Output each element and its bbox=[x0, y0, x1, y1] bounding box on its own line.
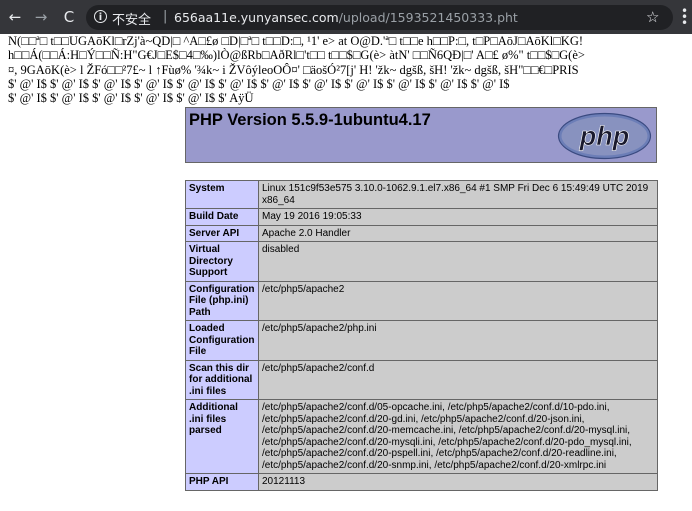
table-row: Additional .ini files parsed/etc/php5/ap… bbox=[185, 399, 658, 474]
table-row: Virtual Directory Support disabled bbox=[185, 241, 658, 282]
forward-arrow-icon[interactable]: → bbox=[32, 8, 50, 26]
url-path: /upload/1593521450333.pht bbox=[338, 10, 518, 25]
row-value: /etc/php5/apache2/conf.d bbox=[258, 359, 658, 400]
row-key: PHP API bbox=[185, 473, 259, 491]
table-row: PHP API 20121113 bbox=[185, 473, 658, 491]
security-label[interactable]: 不安全 bbox=[112, 9, 151, 28]
binary-garbage-text: N(□□ª□ t□□UGAōKl□rZj'à~QD|□ ^A□£ø □D|□ª□… bbox=[8, 34, 692, 105]
row-value: /etc/php5/apache2/php.ini bbox=[258, 320, 658, 361]
garbage-line: $' @' I$ $' @' I$ $' @' I$ $' @' I$ $' @… bbox=[8, 91, 254, 106]
row-key: System bbox=[185, 180, 259, 209]
bookmark-star-icon[interactable]: ☆ bbox=[646, 8, 659, 26]
garbage-line: ¤, 9GAōK(è> l ŽFó□□²7£~ l ↑Fùø% '¾k~ i Ž… bbox=[8, 62, 579, 77]
table-row: Configuration File (php.ini) Path/etc/ph… bbox=[185, 280, 658, 321]
address-bar[interactable]: i 不安全 | 656aa11e.yunyansec.com/upload/15… bbox=[86, 5, 673, 30]
phpinfo-table: System Linux 151c9f53e575 3.10.0-1062.9.1… bbox=[185, 180, 658, 491]
row-key: Additional .ini files parsed bbox=[185, 399, 259, 474]
row-value: /etc/php5/apache2/conf.d/05-opcache.ini,… bbox=[258, 399, 658, 474]
row-value: May 19 2016 19:05:33 bbox=[258, 208, 658, 226]
row-key: Server API bbox=[185, 224, 259, 242]
info-icon[interactable]: i bbox=[94, 10, 107, 23]
table-row: Server API Apache 2.0 Handler bbox=[185, 224, 658, 242]
url-host: 656aa11e.yunyansec.com bbox=[174, 10, 339, 25]
table-row: Build Date May 19 2016 19:05:33 bbox=[185, 208, 658, 226]
reload-icon[interactable]: C bbox=[60, 8, 78, 26]
back-arrow-icon[interactable]: ← bbox=[6, 8, 24, 26]
row-key: Configuration File (php.ini) Path bbox=[185, 280, 259, 321]
php-logo-text: php bbox=[579, 121, 629, 151]
row-value: Apache 2.0 Handler bbox=[258, 224, 658, 242]
row-value: Linux 151c9f53e575 3.10.0-1062.9.1.el7.x… bbox=[258, 180, 658, 209]
table-row: Scan this dir for additional .ini files /… bbox=[185, 359, 658, 400]
row-key: Scan this dir for additional .ini files bbox=[185, 359, 259, 400]
row-key: Loaded Configuration File bbox=[185, 320, 259, 361]
row-value: /etc/php5/apache2 bbox=[258, 280, 658, 321]
row-value: 20121113 bbox=[258, 473, 658, 491]
row-value: disabled bbox=[258, 241, 658, 282]
php-version-title: PHP Version 5.5.9-1ubuntu4.17 bbox=[189, 111, 431, 129]
menu-kebab-icon[interactable]: • • • bbox=[681, 5, 688, 29]
table-row: System Linux 151c9f53e575 3.10.0-1062.9.1… bbox=[185, 180, 658, 209]
php-logo: php bbox=[557, 112, 652, 160]
browser-toolbar: ← → C i 不安全 | 656aa11e.yunyansec.com/upl… bbox=[0, 0, 692, 34]
garbage-line: h□□Á(□□Á:H□Ý□□Ñ:H"G€J□E$□4□‰)lÒ@ßRb□AðRl… bbox=[8, 48, 585, 63]
url-separator: | bbox=[163, 9, 168, 24]
table-row: Loaded Configuration File/etc/php5/apach… bbox=[185, 320, 658, 361]
row-key: Virtual Directory Support bbox=[185, 241, 259, 282]
phpinfo-header: PHP Version 5.5.9-1ubuntu4.17 php bbox=[185, 107, 657, 163]
url-text[interactable]: 656aa11e.yunyansec.com/upload/1593521450… bbox=[174, 10, 518, 25]
garbage-line: N(□□ª□ t□□UGAōKl□rZj'à~QD|□ ^A□£ø □D|□ª□… bbox=[8, 34, 584, 48]
row-key: Build Date bbox=[185, 208, 259, 226]
garbage-line: $' @' I$ $' @' I$ $' @' I$ $' @' I$ $' @… bbox=[8, 76, 510, 91]
